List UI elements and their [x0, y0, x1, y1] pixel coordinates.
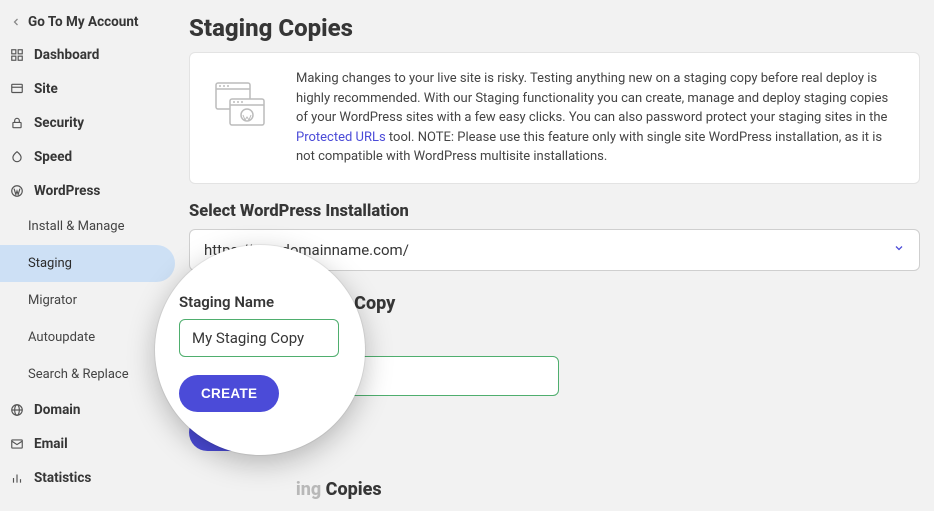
sidebar-item-wordpress[interactable]: WordPress [0, 174, 175, 208]
chart-icon [10, 471, 24, 485]
sidebar-item-statistics[interactable]: Statistics [0, 461, 175, 495]
sidebar-label: Speed [34, 149, 72, 165]
select-install-label: Select WordPress Installation [189, 202, 920, 221]
manage-copies-heading: Manage Staging Copies [189, 479, 920, 500]
sidebar-item-security[interactable]: Security [0, 106, 175, 140]
magnifier-lens: Staging Name Create [155, 245, 365, 455]
back-to-account-link[interactable]: Go To My Account [0, 6, 175, 38]
arrow-left-icon [10, 16, 22, 28]
sidebar-item-domain[interactable]: Domain [0, 393, 175, 427]
dashboard-icon [10, 48, 24, 62]
sidebar-item-install-manage[interactable]: Install & Manage [0, 208, 175, 245]
staging-name-input-zoom[interactable] [179, 319, 339, 357]
staging-name-label-zoom: Staging Name [179, 293, 341, 311]
back-label: Go To My Account [28, 14, 138, 30]
sidebar-label: Domain [34, 402, 80, 418]
page-title: Staging Copies [189, 14, 920, 42]
info-text: Making changes to your live site is risk… [296, 69, 899, 167]
mail-icon [10, 437, 24, 451]
protected-urls-link[interactable]: Protected URLs [296, 130, 386, 145]
sidebar-label: Security [34, 115, 84, 131]
sidebar-label: Statistics [34, 470, 91, 486]
globe-icon [10, 403, 24, 417]
site-icon [10, 82, 24, 96]
sidebar-label: Site [34, 81, 58, 97]
chevron-down-icon [893, 242, 905, 258]
sidebar-item-migrator[interactable]: Migrator [0, 282, 175, 319]
wordpress-icon [10, 184, 24, 198]
info-text-part: Making changes to your live site is risk… [296, 71, 888, 125]
sidebar-item-site[interactable]: Site [0, 72, 175, 106]
sidebar-item-speed[interactable]: Speed [0, 140, 175, 174]
sidebar-item-staging[interactable]: Staging [0, 245, 175, 282]
sidebar-label: Email [34, 436, 68, 452]
info-box: Making changes to your live site is risk… [189, 52, 920, 184]
sidebar-label: WordPress [34, 183, 100, 199]
create-button-zoom[interactable]: Create [179, 375, 279, 412]
sidebar-item-search-replace[interactable]: Search & Replace [0, 356, 175, 393]
staging-illustration-icon [210, 75, 270, 135]
sidebar-label: Dashboard [34, 47, 99, 63]
sidebar: Go To My Account Dashboard Site Security [0, 0, 175, 511]
sidebar-item-email[interactable]: Email [0, 427, 175, 461]
sidebar-item-dashboard[interactable]: Dashboard [0, 38, 175, 72]
sidebar-item-autoupdate[interactable]: Autoupdate [0, 319, 175, 356]
speed-icon [10, 150, 24, 164]
lock-icon [10, 116, 24, 130]
